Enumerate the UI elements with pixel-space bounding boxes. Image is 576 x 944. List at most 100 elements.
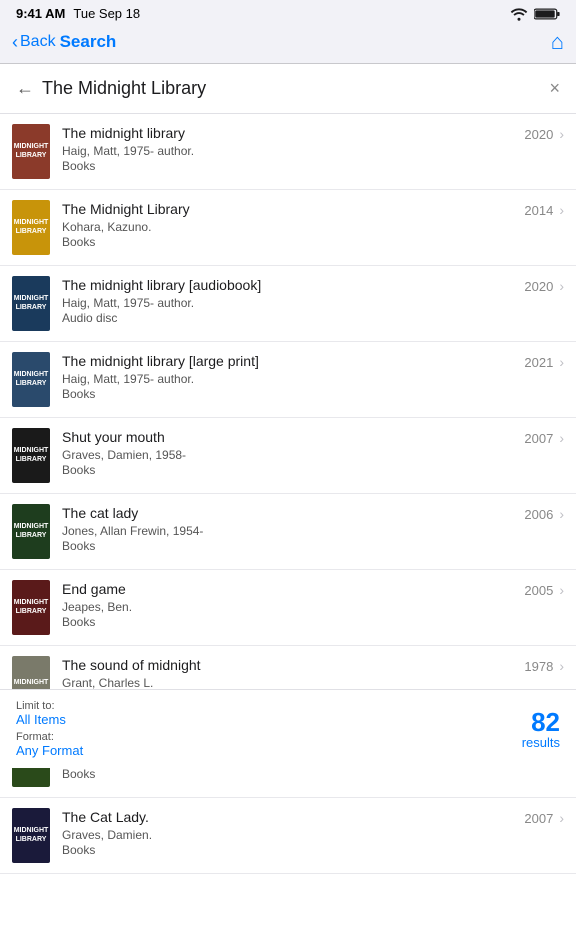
chevron-right-icon: › xyxy=(559,658,564,674)
chevron-right-icon: › xyxy=(559,354,564,370)
book-cover: MIDNIGHT LIBRARY xyxy=(12,808,50,863)
results-label: results xyxy=(522,735,560,750)
status-date: Tue Sep 18 xyxy=(73,6,140,21)
chevron-right-icon: › xyxy=(559,506,564,522)
result-title: The midnight library xyxy=(62,124,516,142)
result-type: Books xyxy=(62,387,516,401)
chevron-right-icon: › xyxy=(559,430,564,446)
result-right: 1978 › xyxy=(524,656,564,674)
result-right: 2014 › xyxy=(524,200,564,218)
chevron-right-icon: › xyxy=(559,582,564,598)
result-title: Shut your mouth xyxy=(62,428,516,446)
battery-icon xyxy=(534,7,560,21)
result-title: End game xyxy=(62,580,516,598)
result-author: Haig, Matt, 1975- author. xyxy=(62,296,516,310)
result-info: The Midnight Library Kohara, Kazuno. Boo… xyxy=(62,200,516,249)
search-close-button[interactable]: × xyxy=(549,78,560,99)
limit-to-label: Limit to: xyxy=(16,700,522,712)
result-item[interactable]: MIDNIGHT LIBRARY The Cat Lady. Graves, D… xyxy=(0,798,576,874)
result-right: 2007 › xyxy=(524,808,564,826)
result-year: 2014 xyxy=(524,203,553,218)
home-icon[interactable]: ⌂ xyxy=(551,29,564,55)
result-year: 2007 xyxy=(524,811,553,826)
result-type: Books xyxy=(62,615,516,629)
result-type: Books xyxy=(62,159,516,173)
result-right: 2005 › xyxy=(524,580,564,598)
result-year: 2006 xyxy=(524,507,553,522)
result-title: The sound of midnight xyxy=(62,656,516,674)
search-query-text: The Midnight Library xyxy=(42,78,206,99)
result-year: 2007 xyxy=(524,431,553,446)
limit-to-value[interactable]: All Items xyxy=(16,712,522,727)
result-item[interactable]: MIDNIGHT LIBRARY The Midnight Library Ko… xyxy=(0,190,576,266)
book-cover: MIDNIGHT LIBRARY xyxy=(12,276,50,331)
result-title: The Midnight Library xyxy=(62,200,516,218)
result-year: 1978 xyxy=(524,659,553,674)
results-list: MIDNIGHT LIBRARY The midnight library Ha… xyxy=(0,114,576,944)
back-button[interactable]: ‹ Back xyxy=(12,32,56,53)
book-cover: MIDNIGHT LIBRARY xyxy=(12,200,50,255)
chevron-left-icon: ‹ xyxy=(12,32,18,53)
result-author: Jones, Allan Frewin, 1954- xyxy=(62,524,516,538)
result-info: End game Jeapes, Ben. Books xyxy=(62,580,516,629)
chevron-right-icon: › xyxy=(559,202,564,218)
result-type: Books xyxy=(62,767,516,781)
chevron-right-icon: › xyxy=(559,810,564,826)
footer: Limit to: All Items Format: Any Format 8… xyxy=(0,689,576,768)
book-cover: MIDNIGHT LIBRARY xyxy=(12,580,50,635)
search-nav-label: Search xyxy=(60,32,117,51)
result-type: Books xyxy=(62,235,516,249)
result-right: 2007 › xyxy=(524,428,564,446)
result-title: The cat lady xyxy=(62,504,516,522)
result-year: 2021 xyxy=(524,355,553,370)
result-author: Kohara, Kazuno. xyxy=(62,220,516,234)
search-back-arrow[interactable]: ← xyxy=(16,78,34,99)
result-type: Books xyxy=(62,843,516,857)
result-type: Books xyxy=(62,539,516,553)
result-title: The midnight library [audiobook] xyxy=(62,276,516,294)
result-author: Graves, Damien. xyxy=(62,828,516,842)
format-value[interactable]: Any Format xyxy=(16,743,522,758)
result-author: Haig, Matt, 1975- author. xyxy=(62,144,516,158)
result-item[interactable]: MIDNIGHT LIBRARY The midnight library [l… xyxy=(0,342,576,418)
result-year: 2020 xyxy=(524,279,553,294)
nav-bar: ‹ Back Search ⌂ xyxy=(0,25,576,64)
status-time: 9:41 AM xyxy=(16,6,65,21)
status-icons xyxy=(510,7,560,21)
result-title: The Cat Lady. xyxy=(62,808,516,826)
result-item[interactable]: MIDNIGHT LIBRARY Shut your mouth Graves,… xyxy=(0,418,576,494)
result-info: The midnight library Haig, Matt, 1975- a… xyxy=(62,124,516,173)
result-item[interactable]: MIDNIGHT LIBRARY The cat lady Jones, All… xyxy=(0,494,576,570)
search-header: ← The Midnight Library × xyxy=(0,64,576,114)
result-info: The cat lady Jones, Allan Frewin, 1954- … xyxy=(62,504,516,553)
wifi-icon xyxy=(510,7,528,21)
result-title: The midnight library [large print] xyxy=(62,352,516,370)
search-nav-button[interactable]: Search xyxy=(60,32,117,52)
result-info: The Cat Lady. Graves, Damien. Books xyxy=(62,808,516,857)
result-item[interactable]: MIDNIGHT LIBRARY End game Jeapes, Ben. B… xyxy=(0,570,576,646)
result-right: 2006 › xyxy=(524,504,564,522)
book-cover: MIDNIGHT LIBRARY xyxy=(12,352,50,407)
result-item[interactable]: MIDNIGHT LIBRARY The midnight library [a… xyxy=(0,266,576,342)
book-cover: MIDNIGHT LIBRARY xyxy=(12,124,50,179)
results-count: 82 xyxy=(522,709,560,735)
result-right: 2020 › xyxy=(524,276,564,294)
result-right: 2021 › xyxy=(524,352,564,370)
status-bar: 9:41 AM Tue Sep 18 xyxy=(0,0,576,25)
result-type: Audio disc xyxy=(62,311,516,325)
back-label: Back xyxy=(20,33,56,51)
result-author: Graves, Damien, 1958- xyxy=(62,448,516,462)
result-info: The midnight library [audiobook] Haig, M… xyxy=(62,276,516,325)
chevron-right-icon: › xyxy=(559,278,564,294)
result-type: Books xyxy=(62,463,516,477)
result-author: Haig, Matt, 1975- author. xyxy=(62,372,516,386)
result-author: Jeapes, Ben. xyxy=(62,600,516,614)
result-item[interactable]: MIDNIGHT LIBRARY The midnight library Ha… xyxy=(0,114,576,190)
result-right: 2020 › xyxy=(524,124,564,142)
result-info: The midnight library [large print] Haig,… xyxy=(62,352,516,401)
book-cover: MIDNIGHT LIBRARY xyxy=(12,504,50,559)
result-info: Shut your mouth Graves, Damien, 1958- Bo… xyxy=(62,428,516,477)
format-label: Format: xyxy=(16,731,522,743)
book-cover: MIDNIGHT LIBRARY xyxy=(12,428,50,483)
result-year: 2020 xyxy=(524,127,553,142)
